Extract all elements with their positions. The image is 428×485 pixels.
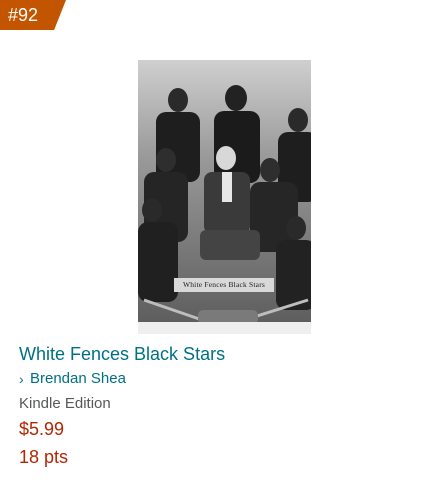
rank-badge: #92 — [0, 0, 66, 30]
points: 18 pts — [19, 447, 69, 467]
price: $5.99 — [19, 419, 65, 439]
book-cover-image[interactable]: White Fences Black Stars — [138, 60, 311, 334]
chevron-right-icon: › — [19, 371, 24, 387]
author-link[interactable]: Brendan Shea — [30, 368, 126, 390]
cover-title-text: White Fences Black Stars — [174, 278, 274, 292]
product-title-link[interactable]: White Fences Black Stars — [19, 342, 419, 366]
cover-photo — [138, 60, 311, 334]
author-row[interactable]: › Brendan Shea — [19, 368, 419, 390]
format-label: Kindle Edition — [19, 395, 111, 412]
product-info: White Fences Black Stars › Brendan Shea … — [19, 342, 419, 469]
